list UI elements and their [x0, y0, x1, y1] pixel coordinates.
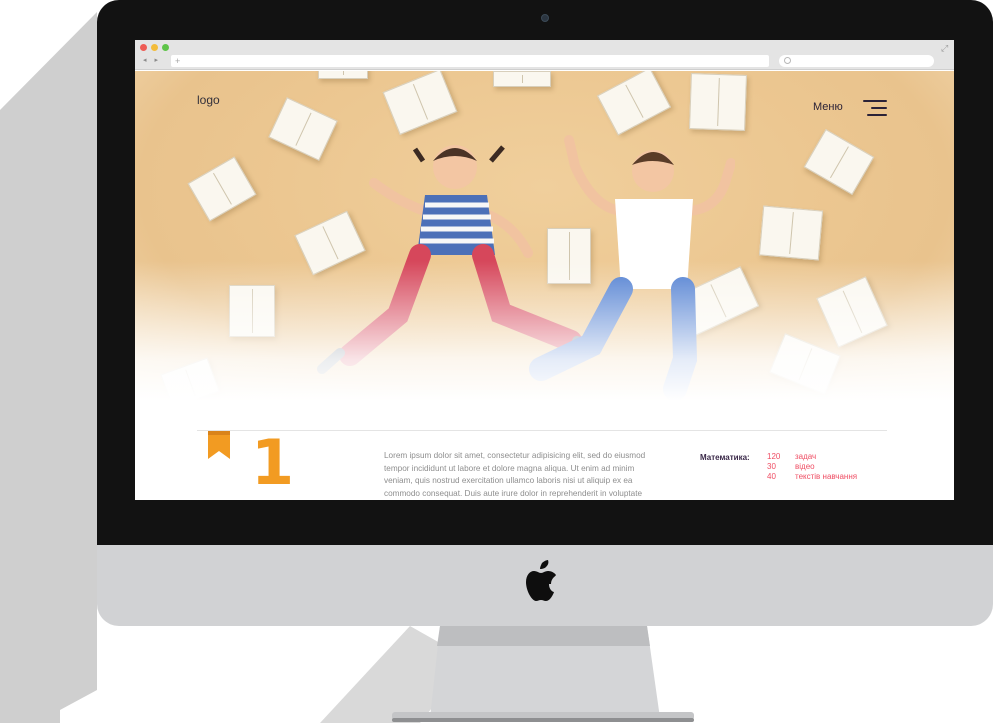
browser-toolbar: ◂ ▸ + ⤢ — [135, 40, 954, 70]
browser-search-input[interactable] — [779, 55, 934, 67]
stat-row: 120 задач — [767, 452, 857, 462]
imac-mockup: ◂ ▸ + ⤢ logo Меню 1 Lorem ipsum dolor si… — [0, 0, 993, 723]
hamburger-menu-icon[interactable] — [863, 100, 887, 116]
stat-row: 40 текстів навчання — [767, 472, 857, 482]
expand-icon[interactable]: ⤢ — [941, 43, 948, 54]
book-illustration — [803, 128, 875, 196]
book-illustration — [758, 205, 824, 261]
stat-label: задач — [795, 452, 817, 461]
section-description: Lorem ipsum dolor sit amet, consectetur … — [384, 451, 646, 498]
stat-label: відео — [795, 462, 815, 471]
apple-logo-icon — [526, 560, 556, 601]
maximize-window-button[interactable] — [162, 44, 169, 51]
stat-value: 30 — [767, 462, 776, 471]
menu-label[interactable]: Меню — [813, 101, 843, 113]
new-tab-icon[interactable]: + — [175, 56, 180, 66]
bookmark-ribbon-icon — [208, 431, 230, 459]
book-illustration — [187, 156, 257, 222]
stats-list: 120 задач 30 відео 40 текстів навчання — [767, 452, 857, 482]
stat-value: 120 — [767, 452, 781, 461]
address-bar[interactable]: + — [171, 55, 769, 67]
stat-label: текстів навчання — [795, 472, 858, 481]
hero-banner: logo Меню — [135, 71, 954, 401]
search-icon — [784, 57, 791, 64]
hero-fade-overlay — [135, 261, 954, 401]
close-window-button[interactable] — [140, 44, 147, 51]
browser-window: ◂ ▸ + ⤢ logo Меню 1 Lorem ipsum dolor si… — [135, 40, 954, 500]
site-logo[interactable]: logo — [197, 93, 220, 107]
book-illustration — [493, 71, 551, 87]
section-number: 1 — [251, 426, 295, 499]
book-illustration — [318, 71, 368, 79]
section-divider — [197, 430, 887, 431]
stat-value: 40 — [767, 472, 776, 481]
webcam-icon — [541, 14, 549, 22]
back-forward-buttons[interactable]: ◂ ▸ — [143, 56, 161, 64]
monitor-stand — [392, 626, 694, 722]
stats-label: Математика: — [700, 453, 750, 462]
minimize-window-button[interactable] — [151, 44, 158, 51]
stat-row: 30 відео — [767, 462, 857, 472]
